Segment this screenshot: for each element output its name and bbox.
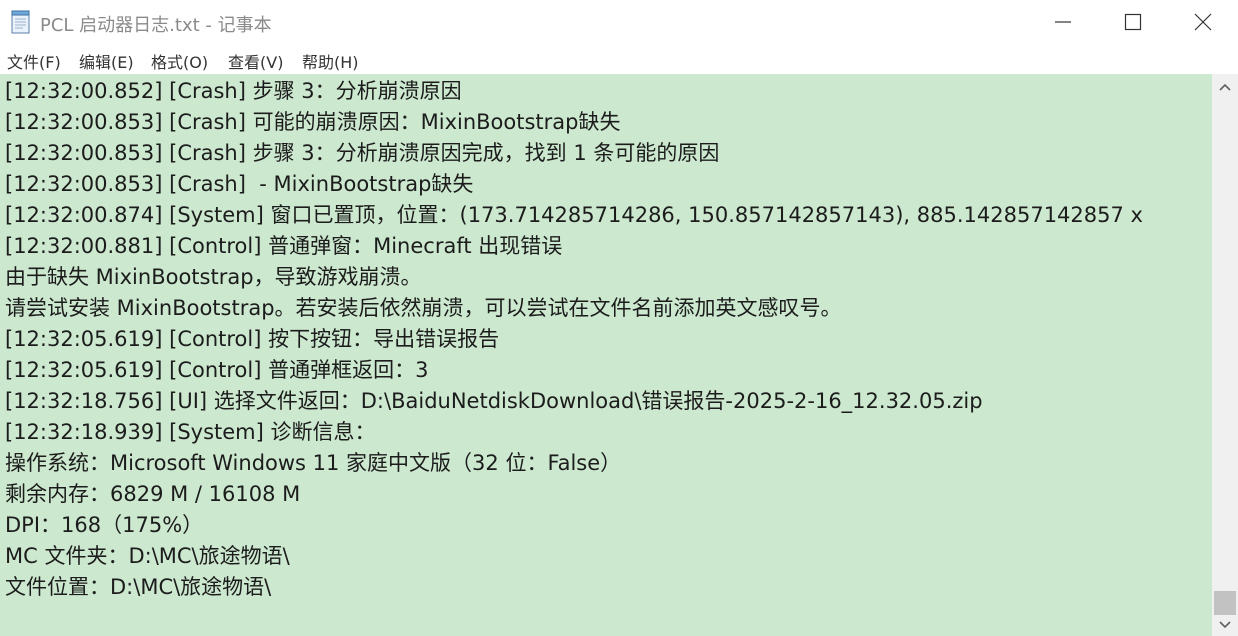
menu-edit[interactable]: 编辑(E) — [79, 49, 134, 73]
menu-format[interactable]: 格式(O) — [151, 49, 208, 73]
chevron-down-icon — [1219, 621, 1231, 629]
notepad-window: PCL 启动器日志.txt - 记事本 文件(F) 编辑(E) 格式(O) 查看… — [0, 0, 1238, 636]
text-line: 剩余内存：6829 M / 16108 M — [5, 482, 301, 506]
text-line: 请尝试安装 MixinBootstrap。若安装后依然崩溃，可以尝试在文件名前添… — [5, 296, 842, 320]
scroll-down-button[interactable] — [1212, 616, 1238, 636]
scroll-thumb[interactable] — [1214, 591, 1236, 615]
text-line: [12:32:00.852] [Crash] 步骤 3：分析崩溃原因 — [5, 79, 462, 103]
title-bar[interactable]: PCL 启动器日志.txt - 记事本 — [0, 0, 1238, 44]
text-line: [12:32:05.619] [Control] 按下按钮：导出错误报告 — [5, 327, 500, 351]
menu-help[interactable]: 帮助(H) — [302, 49, 359, 73]
vertical-scrollbar[interactable] — [1212, 74, 1238, 636]
window-title: PCL 启动器日志.txt - 记事本 — [40, 15, 272, 36]
close-icon — [1194, 13, 1212, 31]
notepad-icon — [10, 10, 32, 34]
menu-bar: 文件(F) 编辑(E) 格式(O) 查看(V) 帮助(H) — [0, 44, 1238, 74]
text-line: [12:32:18.756] [UI] 选择文件返回：D:\BaiduNetdi… — [5, 389, 983, 413]
scroll-up-button[interactable] — [1212, 74, 1238, 100]
text-line: 由于缺失 MixinBootstrap，导致游戏崩溃。 — [5, 265, 422, 289]
close-button[interactable] — [1168, 0, 1238, 44]
text-line: [12:32:05.619] [Control] 普通弹框返回：3 — [5, 358, 429, 382]
text-line: [12:32:00.853] [Crash] 可能的崩溃原因：MixinBoot… — [5, 110, 621, 134]
minimize-button[interactable] — [1028, 0, 1098, 44]
text-line: 操作系统：Microsoft Windows 11 家庭中文版（32 位：Fal… — [5, 451, 622, 475]
maximize-button[interactable] — [1098, 0, 1168, 44]
text-line: MC 文件夹：D:\MC\旅途物语\ — [5, 544, 290, 568]
menu-file[interactable]: 文件(F) — [7, 49, 61, 73]
text-line: [12:32:00.853] [Crash] - MixinBootstrap缺… — [5, 172, 474, 196]
minimize-icon — [1055, 21, 1071, 23]
text-line: [12:32:00.853] [Crash] 步骤 3：分析崩溃原因完成，找到 … — [5, 141, 720, 165]
text-line: DPI：168（175%） — [5, 513, 204, 537]
text-editor[interactable]: [12:32:00.852] [Crash] 步骤 3：分析崩溃原因 [12:3… — [0, 74, 1212, 636]
text-line: [12:32:00.881] [Control] 普通弹窗：Minecraft … — [5, 234, 563, 258]
text-line: 文件位置：D:\MC\旅途物语\ — [5, 575, 272, 599]
text-line: [12:32:00.874] [System] 窗口已置顶，位置：(173.71… — [5, 203, 1143, 227]
menu-view[interactable]: 查看(V) — [228, 49, 283, 73]
text-line: [12:32:18.939] [System] 诊断信息： — [5, 420, 376, 444]
chevron-up-icon — [1219, 83, 1231, 91]
maximize-icon — [1124, 13, 1142, 31]
